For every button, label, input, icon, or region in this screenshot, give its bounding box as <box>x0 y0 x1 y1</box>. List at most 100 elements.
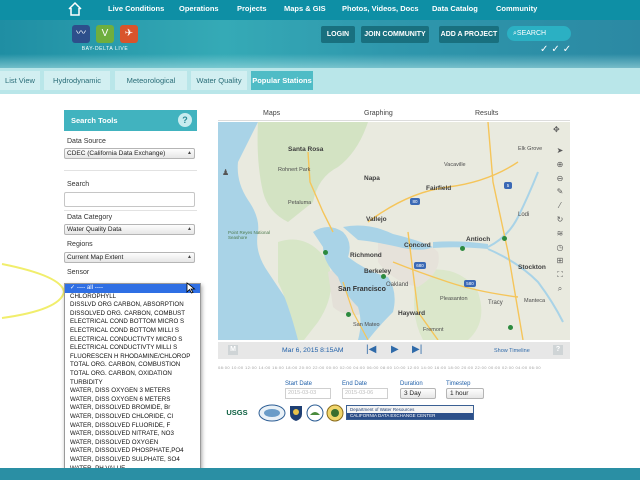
sensor-option[interactable]: ELECTRICAL CONDUCTIVTY MICRO S <box>65 336 200 345</box>
partner-badge-logo[interactable] <box>326 404 344 422</box>
sensor-option[interactable]: WATER, DISSOLVED FLUORIDE, F <box>65 422 200 431</box>
timeline-date: Mar 6, 2015 8:15AM <box>282 347 344 354</box>
station-marker[interactable] <box>381 274 386 279</box>
sensor-option[interactable]: WATER, DISSOLVED CHLORIDE, Cl <box>65 413 200 422</box>
nav-projects[interactable]: Projects <box>237 4 267 13</box>
nav-community[interactable]: Community <box>496 4 537 13</box>
partner-seal-logo[interactable] <box>258 404 286 422</box>
nav-operations[interactable]: Operations <box>179 4 219 13</box>
search-tools-header: Search Tools ? <box>64 110 197 131</box>
tab-hydrodynamic[interactable]: Hydrodynamic <box>44 71 110 90</box>
timeline-mode-button[interactable]: M <box>228 345 238 355</box>
map-label: Concord <box>404 242 431 249</box>
nav-live-conditions[interactable]: Live Conditions <box>108 4 164 13</box>
timeline-help-button[interactable]: ? <box>553 345 563 355</box>
duration-select[interactable]: 3 Day <box>400 388 436 399</box>
sensor-option[interactable]: TURBIDITY <box>65 379 200 388</box>
sensor-option[interactable]: ELECTRICAL COND BOTTOM MILLI S <box>65 327 200 336</box>
nav-maps-gis[interactable]: Maps & GIS <box>284 4 326 13</box>
highway-shield-580: 580 <box>464 280 476 287</box>
station-marker[interactable] <box>346 312 351 317</box>
add-project-button[interactable]: ADD A PROJECT <box>439 26 499 43</box>
partner-circle-logo[interactable] <box>306 404 324 422</box>
bay-delta-live-logo[interactable]: 〰 V ✈ BAY-DELTA LIVE <box>72 25 138 55</box>
tab-maps[interactable]: Maps <box>263 110 280 117</box>
pencil-icon[interactable]: ✎ <box>555 187 565 197</box>
map-label: Antioch <box>466 236 491 243</box>
data-category-select[interactable]: Water Quality Data ▲▼ <box>64 224 195 235</box>
step-back-icon[interactable]: |◀ <box>366 344 376 355</box>
footer-bar <box>0 468 640 480</box>
station-marker[interactable] <box>502 236 507 241</box>
sensor-option[interactable]: DISSOLVED ORG. CARBON, COMBUST <box>65 310 200 319</box>
extent-icon[interactable]: ⊞ <box>555 256 565 266</box>
map-label: Petaluma <box>288 200 312 206</box>
sensor-option[interactable]: WATER, DISSOLVED PHOSPHATE,PO4 <box>65 447 200 456</box>
cdec-logo[interactable]: Department of Water Resources CALIFORNIA… <box>346 405 474 420</box>
sensor-option[interactable]: WATER, DISSOLVED BROMIDE, Br <box>65 404 200 413</box>
header-search-input[interactable]: ⌕SEARCH <box>507 26 571 41</box>
sensor-option[interactable]: WATER, DISS OXYGEN 3 METERS <box>65 387 200 396</box>
pan-icon[interactable]: ✥ <box>553 125 560 134</box>
sensor-option[interactable]: TOTAL ORG. CARBON, OXIDATION <box>65 370 200 379</box>
start-date-input[interactable]: 2015-03-03 <box>285 388 331 399</box>
select-arrow-icon[interactable]: ➤ <box>555 146 565 156</box>
sensor-option[interactable]: ELECTRICAL CONDUCTIVTY MILLI S <box>65 344 200 353</box>
sensor-option[interactable]: CHLOROPHYLL <box>65 293 200 302</box>
refresh-icon[interactable]: ↻ <box>555 215 565 225</box>
tab-results[interactable]: Results <box>475 110 498 117</box>
map-label: Manteca <box>524 298 546 304</box>
zoom-in-icon[interactable]: ⊕ <box>555 160 565 170</box>
sensor-option[interactable]: ✓ ---- all ---- <box>65 284 200 293</box>
data-category-value: Water Quality Data <box>67 226 122 233</box>
show-timeline-link[interactable]: Show Timeline <box>494 348 530 354</box>
tab-water-quality[interactable]: Water Quality <box>191 71 247 90</box>
data-source-label: Data Source <box>67 138 106 145</box>
chevron-down-icon: ▲▼ <box>187 226 192 232</box>
street-view-icon[interactable]: ♟ <box>222 168 230 178</box>
sensor-option[interactable]: FLUORESCEN H RHODAMINE/CHLOROP <box>65 353 200 362</box>
tab-list-view[interactable]: List View <box>0 71 40 90</box>
nav-photos-videos-docs[interactable]: Photos, Videos, Docs <box>342 4 419 13</box>
timestep-select[interactable]: 1 hour <box>446 388 484 399</box>
measure-icon[interactable]: ⁄ <box>555 201 565 211</box>
sensor-option[interactable]: DISSLVD ORG CARBON, ABSORPTION <box>65 301 200 310</box>
layers-icon[interactable]: ≋ <box>555 229 565 239</box>
station-marker[interactable] <box>508 325 513 330</box>
end-date-label: End Date <box>342 381 368 387</box>
nav-data-catalog[interactable]: Data Catalog <box>432 4 478 13</box>
sensor-option[interactable]: WATER, DISSOLVED NITRATE, NO3 <box>65 430 200 439</box>
login-button[interactable]: LOGIN <box>321 26 355 43</box>
partner-shield-logo[interactable] <box>288 404 304 422</box>
sensor-option[interactable]: WATER, DISSOLVED SULPHATE, SO4 <box>65 456 200 465</box>
clock-icon[interactable]: ◷ <box>555 243 565 253</box>
tab-popular-stations[interactable]: Popular Stations <box>251 71 313 90</box>
help-icon[interactable]: ? <box>178 113 192 127</box>
tab-graphing[interactable]: Graphing <box>364 110 393 117</box>
sensor-option[interactable]: WATER, DISSOLVED OXYGEN <box>65 439 200 448</box>
station-marker[interactable] <box>460 246 465 251</box>
play-icon[interactable]: ▶ <box>391 344 399 355</box>
search-input[interactable] <box>64 192 195 207</box>
regions-select[interactable]: Current Map Extent ▲▼ <box>64 252 195 263</box>
map-view[interactable]: Santa Rosa Rohnert Park Napa Petaluma Fa… <box>218 122 570 340</box>
sensor-option[interactable]: ELECTRICAL COND BOTTOM MICRO S <box>65 318 200 327</box>
station-marker[interactable] <box>323 250 328 255</box>
usgs-logo[interactable]: USGS <box>219 404 255 422</box>
step-forward-icon[interactable]: ▶| <box>412 344 422 355</box>
end-date-input[interactable]: 2015-03-06 <box>342 388 388 399</box>
home-icon[interactable] <box>66 0 84 18</box>
zoom-out-icon[interactable]: ⊖ <box>555 174 565 184</box>
search-map-icon[interactable]: ⌕ <box>555 284 565 294</box>
sensor-option[interactable]: WATER, DISS OXYGEN 6 METERS <box>65 396 200 405</box>
join-community-button[interactable]: JOIN COMMUNITY <box>361 26 429 43</box>
data-source-select[interactable]: CDEC (California Data Exchange) ▲▼ <box>64 148 195 159</box>
fullscreen-icon[interactable]: ⛶ <box>555 270 565 280</box>
sensor-dropdown-list[interactable]: ✓ ---- all ---- CHLOROPHYLL DISSLVD ORG … <box>64 283 201 475</box>
logo-bird-icon: ✈ <box>120 25 138 43</box>
map-label: Santa Rosa <box>288 146 324 153</box>
data-source-value: CDEC (California Data Exchange) <box>67 150 166 157</box>
map-label: San Mateo <box>353 322 380 328</box>
sensor-option[interactable]: TOTAL ORG. CARBON, COMBUSTION <box>65 361 200 370</box>
tab-meteorological[interactable]: Meteorological <box>115 71 187 90</box>
